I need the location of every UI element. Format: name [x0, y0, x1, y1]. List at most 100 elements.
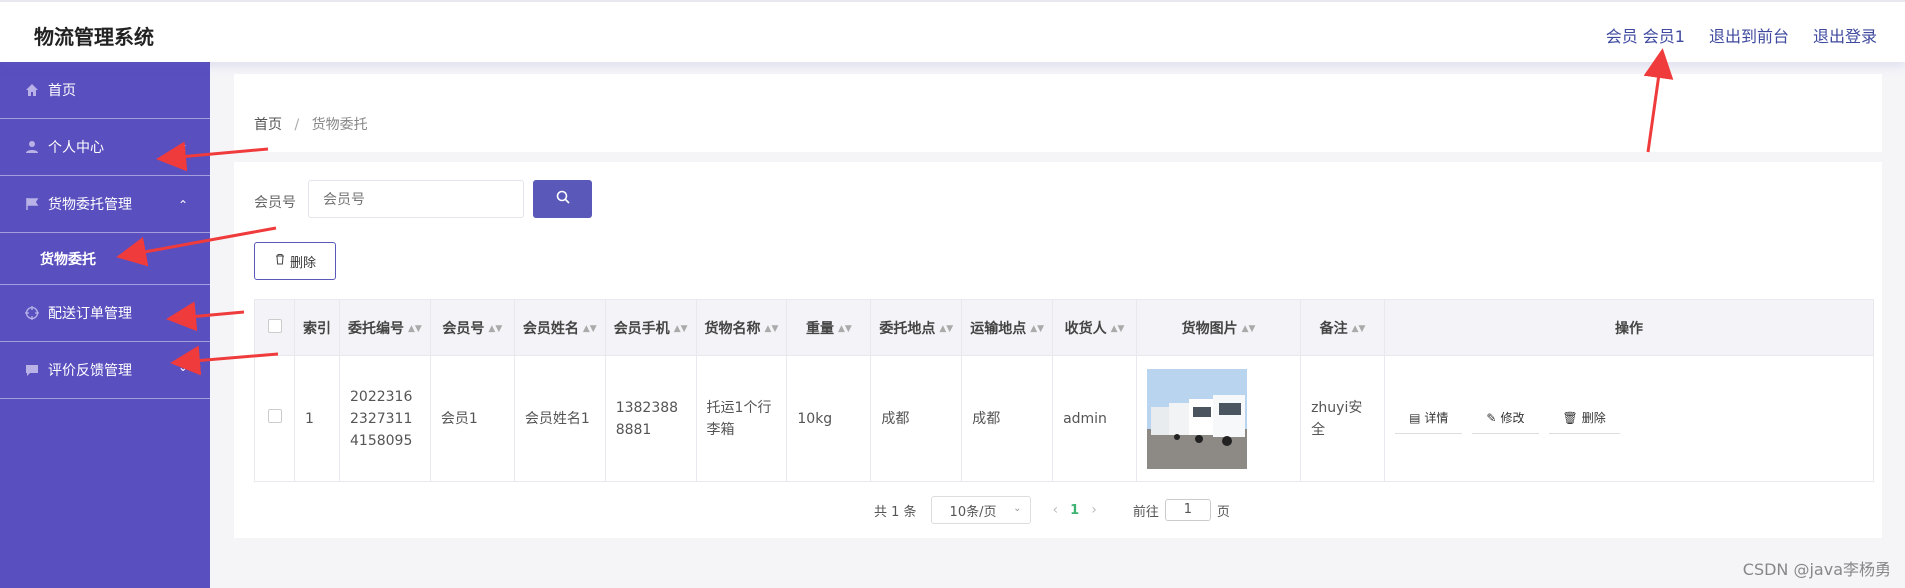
content-panel: 会员号 删除 索引 委托编号▲▼ 会员号▲▼ 会员姓名▲▼ 会员手机▲▼ [234, 162, 1882, 538]
sort-icon[interactable]: ▲▼ [674, 324, 688, 334]
col-header-image[interactable]: 货物图片 ▲▼ [1136, 299, 1302, 356]
chevron-down-icon: ⌄ [177, 137, 188, 151]
sidebar-item-label: 评价反馈管理 [48, 363, 132, 379]
col-header-to[interactable]: 运输地点 ▲▼ [961, 299, 1054, 356]
cell-phone: 13823888881 [604, 355, 697, 482]
breadcrumb-current: 货物委托 [311, 117, 368, 133]
logout-link[interactable]: 退出登录 [1813, 23, 1877, 47]
col-header-weight[interactable]: 重量 ▲▼ [786, 299, 872, 356]
cell-receiver: admin [1052, 355, 1138, 482]
batch-delete-label: 删除 [289, 255, 316, 271]
row-checkbox[interactable] [267, 408, 282, 423]
current-page-number[interactable]: 1 [1070, 503, 1079, 518]
goto-page-input[interactable]: 1 [1164, 499, 1211, 521]
breadcrumb-panel: 首页 / 货物委托 [234, 74, 1882, 152]
sidebar-item-cargo-management[interactable]: 货物委托管理 ⌃ [0, 176, 210, 233]
user-icon [24, 139, 40, 155]
col-header-member-name[interactable]: 会员姓名 ▲▼ [513, 299, 606, 356]
breadcrumb-home[interactable]: 首页 [254, 117, 282, 133]
select-all-header [254, 299, 295, 356]
detail-button[interactable]: ▤ 详情 [1395, 404, 1463, 434]
cell-image [1136, 355, 1302, 482]
sort-icon[interactable]: ▲▼ [1242, 324, 1256, 334]
prev-page-icon[interactable]: ‹ [1053, 502, 1059, 518]
select-all-checkbox[interactable] [267, 318, 282, 333]
col-header-from[interactable]: 委托地点 ▲▼ [870, 299, 963, 356]
sidebar-item-label: 首页 [48, 83, 76, 99]
cell-cargo: 托运1个行李箱 [695, 355, 788, 482]
cell-order-no: 202231623273114158095 [339, 355, 431, 482]
home-icon [24, 82, 40, 98]
exit-to-front-link[interactable]: 退出到前台 [1709, 23, 1789, 47]
sidebar-item-delivery-orders[interactable]: 配送订单管理 ⌄ [0, 285, 210, 342]
col-header-member-no[interactable]: 会员号 ▲▼ [429, 299, 515, 356]
top-links: 会员 会员1 退出到前台 退出登录 [1606, 23, 1877, 47]
row-delete-button[interactable]: 🗑 删除 [1548, 404, 1620, 434]
chat-icon [24, 362, 40, 378]
pagination: 共 1 条 10条/页 ⌄ ‹ 1 › 前往 1 页 [874, 496, 1230, 524]
sort-icon[interactable]: ▲▼ [583, 324, 597, 334]
data-table: 索引 委托编号 ▲▼ 会员号 ▲▼ 会员姓名 ▲▼ 会员手机 ▲▼ 货物名称 ▲▼ 重量 ▲… [254, 299, 1874, 482]
chevron-down-icon: ⌄ [177, 360, 188, 374]
search-icon [556, 190, 570, 208]
breadcrumb-separator: / [294, 117, 300, 133]
edit-button[interactable]: ✎ 修改 [1472, 404, 1539, 434]
flag-icon [24, 196, 40, 212]
main-area: 首页 / 货物委托 会员号 删除 索引 委托编号▲▼ 会员号▲▼ [210, 62, 1905, 588]
sort-icon[interactable]: ▲▼ [838, 324, 852, 334]
sidebar-item-label: 个人中心 [48, 140, 104, 156]
sidebar-item-personal-center[interactable]: 个人中心 ⌄ [0, 119, 210, 176]
chevron-down-icon: ⌄ [177, 303, 188, 317]
sort-icon[interactable]: ▲▼ [765, 324, 779, 334]
sidebar: 首页 个人中心 ⌄ 货物委托管理 ⌃ 货物委托 配送订单管理 ⌄ 评价反馈管理 … [0, 62, 210, 588]
chevron-down-icon: ⌄ [1013, 503, 1022, 514]
sidebar-subitem-cargo-entrust[interactable]: 货物委托 [0, 233, 210, 285]
trash-icon [274, 253, 286, 269]
sidebar-item-label: 配送订单管理 [48, 306, 132, 322]
search-button[interactable] [533, 180, 592, 218]
chevron-up-icon: ⌃ [177, 198, 188, 212]
cell-index: 1 [294, 355, 340, 482]
member-no-search-input[interactable] [308, 180, 524, 218]
sort-icon[interactable]: ▲▼ [939, 324, 953, 334]
col-header-actions: 操作 [1384, 299, 1874, 356]
goto-label: 前往 [1132, 504, 1159, 520]
cell-to: 成都 [961, 355, 1054, 482]
current-user-link[interactable]: 会员 会员1 [1606, 23, 1685, 47]
watermark: CSDN @java李杨勇 [1742, 560, 1891, 579]
pencil-icon: ✎ [1486, 411, 1497, 425]
sort-icon[interactable]: ▲▼ [1030, 324, 1044, 334]
sort-icon[interactable]: ▲▼ [488, 324, 502, 334]
sidebar-item-label: 货物委托管理 [48, 197, 132, 213]
sidebar-item-feedback[interactable]: 评价反馈管理 ⌄ [0, 342, 210, 399]
document-icon: ▤ [1409, 411, 1421, 425]
cell-weight: 10kg [786, 355, 872, 482]
sidebar-item-label: 货物委托 [40, 251, 96, 268]
app-title: 物流管理系统 [34, 25, 154, 49]
cell-from: 成都 [870, 355, 963, 482]
row-select-cell [254, 355, 295, 482]
sidebar-item-home[interactable]: 首页 [0, 62, 210, 119]
cell-actions: ▤ 详情 ✎ 修改 🗑 删除 [1384, 355, 1874, 482]
target-icon [24, 305, 40, 321]
sort-icon[interactable]: ▲▼ [408, 324, 422, 334]
col-header-order-no[interactable]: 委托编号 ▲▼ [339, 299, 431, 356]
col-header-receiver[interactable]: 收货人 ▲▼ [1052, 299, 1138, 356]
pagination-total: 共 1 条 [874, 504, 917, 520]
page-size-select[interactable]: 10条/页 ⌄ [930, 496, 1031, 524]
col-header-remark[interactable]: 备注 ▲▼ [1300, 299, 1386, 356]
cell-member-no: 会员1 [429, 355, 515, 482]
col-header-cargo[interactable]: 货物名称 ▲▼ [695, 299, 788, 356]
col-header-phone[interactable]: 会员手机 ▲▼ [604, 299, 697, 356]
cell-member-name: 会员姓名1 [513, 355, 606, 482]
batch-delete-button[interactable]: 删除 [254, 242, 336, 280]
table-header-row: 索引 委托编号 ▲▼ 会员号 ▲▼ 会员姓名 ▲▼ 会员手机 ▲▼ 货物名称 ▲▼ 重量 ▲… [254, 299, 1874, 356]
cargo-truck-image[interactable] [1147, 368, 1248, 469]
top-bar: 物流管理系统 会员 会员1 退出到前台 退出登录 [0, 0, 1905, 62]
sort-icon[interactable]: ▲▼ [1111, 324, 1125, 334]
trash-icon: 🗑 [1562, 411, 1578, 425]
page-unit-label: 页 [1216, 504, 1230, 520]
table-row: 1 202231623273114158095 会员1 会员姓名1 138238… [254, 355, 1874, 482]
sort-icon[interactable]: ▲▼ [1352, 324, 1366, 334]
next-page-icon[interactable]: › [1091, 502, 1097, 518]
